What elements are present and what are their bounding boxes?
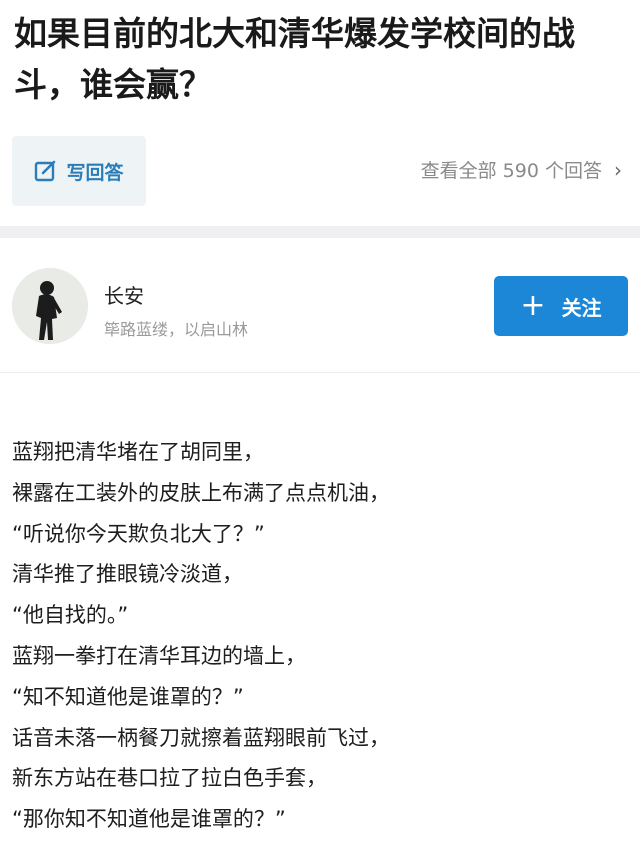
- answer-line: “听说你今天欺负北大了？”: [12, 521, 265, 546]
- view-all-answers-label: 查看全部 590 个回答: [420, 160, 602, 182]
- follow-label: 关注: [561, 295, 602, 320]
- plus-icon: +: [520, 288, 546, 323]
- answer-line: 清华推了推眼镜冷淡道，: [12, 562, 243, 587]
- follow-button[interactable]: + 关注: [494, 276, 628, 336]
- section-divider: [0, 226, 640, 238]
- write-answer-button[interactable]: 写回答: [12, 136, 146, 206]
- edit-icon: [35, 160, 56, 182]
- author-card: 长安 筚路蓝缕，以启山林 + 关注: [0, 238, 640, 373]
- answer-line: “他自找的。”: [12, 603, 129, 628]
- answer-line: 裸露在工装外的皮肤上布满了点点机油，: [12, 480, 390, 505]
- action-bar: 写回答 查看全部 590 个回答 ›: [0, 118, 640, 226]
- avatar[interactable]: [12, 268, 88, 344]
- question-title: 如果目前的北大和清华爆发学校间的战斗，谁会赢？: [14, 14, 575, 104]
- write-answer-label: 写回答: [66, 161, 124, 184]
- answer-line: 蓝翔把清华堵在了胡同里，: [12, 440, 264, 464]
- answer-line: “知不知道他是谁罩的？”: [12, 684, 244, 709]
- view-all-answers-link[interactable]: 查看全部 590 个回答 ›: [421, 156, 622, 183]
- answer-body: 蓝翔把清华堵在了胡同里， 裸露在工装外的皮肤上布满了点点机油， “听说你今天欺负…: [12, 432, 628, 840]
- author-name[interactable]: 长安: [104, 280, 144, 309]
- answer-line: 蓝翔一拳打在清华耳边的墙上，: [12, 643, 306, 668]
- answer-line: 话音未落一柄餐刀就擦着蓝翔眼前飞过，: [12, 725, 390, 750]
- author-bio: 筚路蓝缕，以启山林: [104, 320, 249, 339]
- answer-line: “那你知不知道他是谁罩的？”: [12, 807, 286, 832]
- avatar-silhouette-icon: [12, 268, 88, 344]
- answer-line: 新东方站在巷口拉了拉白色手套，: [12, 766, 327, 791]
- chevron-right-icon: ›: [614, 157, 622, 182]
